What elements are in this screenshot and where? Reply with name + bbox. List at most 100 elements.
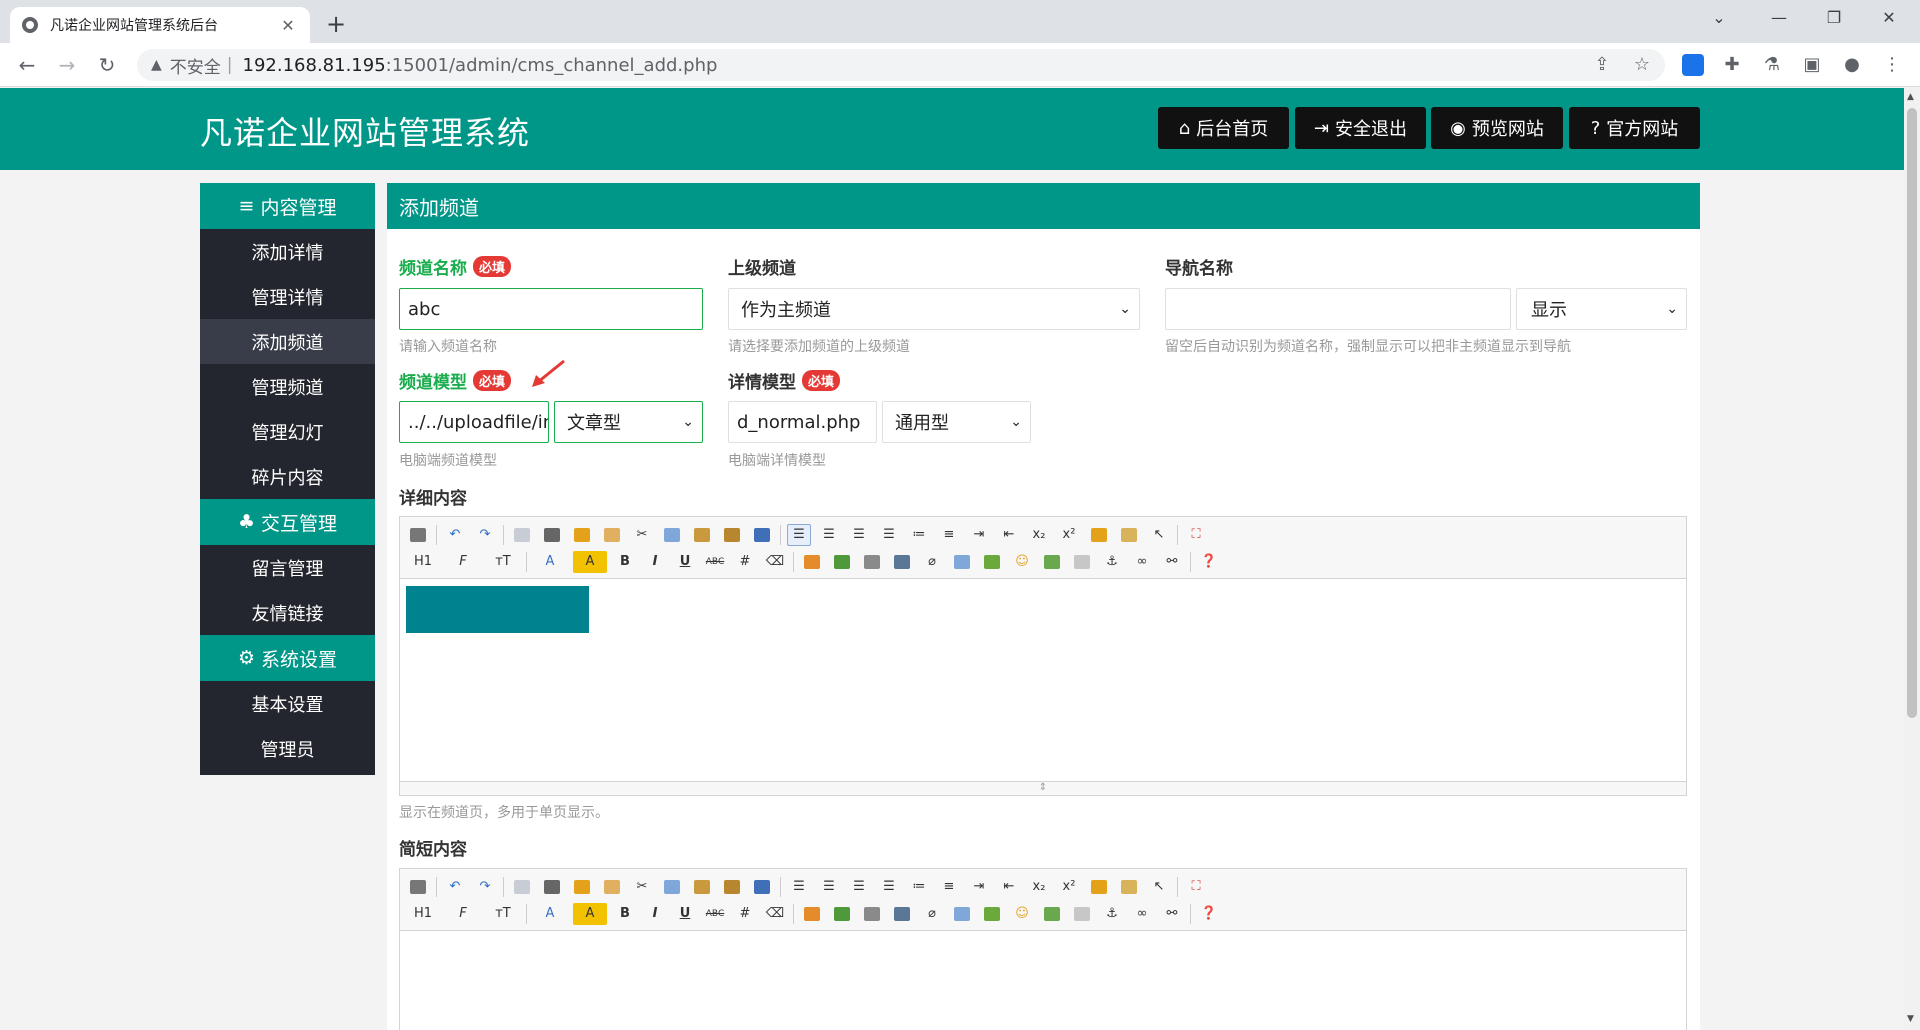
undo-icon[interactable]: ↶ [443, 876, 467, 898]
select-all-icon[interactable]: ↖ [1147, 876, 1171, 898]
align-center-icon[interactable]: ☰ [817, 524, 841, 546]
font-family-icon[interactable]: F [446, 903, 480, 925]
attachment-icon[interactable]: ⌀ [920, 903, 944, 925]
sidebar-item-basic-settings[interactable]: 基本设置 [200, 681, 375, 726]
unlink-icon[interactable]: ⚯ [1160, 551, 1184, 573]
superscript-icon[interactable]: x² [1057, 876, 1081, 898]
paste-icon[interactable] [690, 876, 714, 898]
outdent-icon[interactable]: ⇤ [997, 876, 1021, 898]
preview-site-button[interactable]: ◉ 预览网站 [1431, 107, 1563, 149]
font-family-icon[interactable]: F [446, 551, 480, 573]
parent-channel-select[interactable]: 作为主频道 ⌄ [728, 288, 1140, 330]
channel-name-input[interactable]: abc [399, 288, 703, 330]
insecure-label[interactable]: 不安全 [170, 53, 221, 78]
insert-image-icon[interactable] [800, 551, 824, 573]
profile-avatar-icon[interactable]: ● [1838, 51, 1866, 79]
insert-row-icon[interactable] [980, 903, 1004, 925]
undo-icon[interactable]: ↶ [443, 524, 467, 546]
copy-icon[interactable] [660, 524, 684, 546]
admin-home-button[interactable]: ⌂ 后台首页 [1158, 107, 1289, 149]
page-scrollbar[interactable]: ▲ ▼ [1904, 88, 1920, 1030]
detail-model-type-select[interactable]: 通用型 ⌄ [882, 401, 1031, 443]
logout-button[interactable]: ⇥ 安全退出 [1295, 107, 1426, 149]
nav-display-select[interactable]: 显示 ⌄ [1516, 288, 1687, 330]
font-size-icon[interactable]: тT [486, 903, 520, 925]
picture-icon[interactable] [1040, 903, 1064, 925]
code-icon[interactable] [600, 876, 624, 898]
bookmark-star-icon[interactable]: ☆ [1628, 51, 1656, 79]
align-center-icon[interactable]: ☰ [817, 876, 841, 898]
sidebar-item-fragments[interactable]: 碎片内容 [200, 454, 375, 499]
table-icon[interactable] [950, 903, 974, 925]
scroll-up-icon[interactable]: ▲ [1907, 92, 1914, 102]
superscript-icon[interactable]: x² [1057, 524, 1081, 546]
table-grid-icon[interactable]: # [733, 903, 757, 925]
cut-icon[interactable]: ✂ [630, 876, 654, 898]
eraser-icon[interactable]: ⌫ [763, 551, 787, 573]
sidebar-item-add-channel[interactable]: 添加频道 [200, 319, 375, 364]
sidebar-group-interaction[interactable]: ♣ 交互管理 [200, 499, 375, 545]
template-icon[interactable] [570, 876, 594, 898]
address-bar[interactable]: ▲ 不安全 | 192.168.81.195 :15001/admin/cms_… [137, 49, 1665, 81]
indent-icon[interactable]: ⇥ [967, 876, 991, 898]
attachment-icon[interactable]: ⌀ [920, 551, 944, 573]
quick-format-icon[interactable] [1117, 876, 1141, 898]
channel-model-type-select[interactable]: 文章型 ⌄ [554, 401, 703, 443]
select-all-icon[interactable]: ↖ [1147, 524, 1171, 546]
sidebar-item-manage-detail[interactable]: 管理详情 [200, 274, 375, 319]
multi-image-icon[interactable] [830, 903, 854, 925]
anchor-icon[interactable]: ⚓ [1100, 903, 1124, 925]
eraser-icon[interactable]: ⌫ [763, 903, 787, 925]
insert-image-icon[interactable] [800, 903, 824, 925]
source-icon[interactable] [406, 524, 430, 546]
side-panel-icon[interactable]: ▣ [1798, 51, 1826, 79]
italic-icon[interactable]: I [643, 551, 667, 573]
strikethrough-icon[interactable]: ABC [703, 551, 727, 573]
reload-icon[interactable]: ↻ [94, 52, 120, 78]
strikethrough-icon[interactable]: ABC [703, 903, 727, 925]
cut-icon[interactable]: ✂ [630, 524, 654, 546]
align-right-icon[interactable]: ☰ [847, 524, 871, 546]
sidebar-group-content[interactable]: ≡ 内容管理 [200, 183, 375, 229]
underline-icon[interactable]: U [673, 551, 697, 573]
font-color-icon[interactable]: A [533, 903, 567, 925]
picture-icon[interactable] [1040, 551, 1064, 573]
emoticon-icon[interactable]: ☺ [1010, 903, 1034, 925]
flash-icon[interactable] [860, 551, 884, 573]
paste-word-icon[interactable] [750, 524, 774, 546]
scrollbar-thumb[interactable] [1907, 108, 1917, 718]
copy-icon[interactable] [660, 876, 684, 898]
labs-icon[interactable]: ⚗ [1758, 51, 1786, 79]
sidebar-group-settings[interactable]: ⚙ 系统设置 [200, 635, 375, 681]
quick-format-icon[interactable] [1117, 524, 1141, 546]
preview-icon[interactable] [510, 876, 534, 898]
unordered-list-icon[interactable]: ≡ [937, 876, 961, 898]
detail-content-editor[interactable]: ↶ ↷ ✂ ☰ ☰ ☰ ☰ ≔ ≡ ⇥ ⇤ x₂ x² ↖ ⛶ H1 F тT … [399, 516, 1687, 796]
heading-icon[interactable]: H1 [406, 551, 440, 573]
print-icon[interactable] [540, 524, 564, 546]
sidebar-item-add-detail[interactable]: 添加详情 [200, 229, 375, 274]
tab-close-icon[interactable]: ✕ [278, 16, 298, 35]
align-left-icon[interactable]: ☰ [787, 523, 811, 546]
editor-resize-handle[interactable]: ⇕ [400, 781, 1686, 795]
clear-format-icon[interactable] [1087, 876, 1111, 898]
sidebar-item-manage-slides[interactable]: 管理幻灯 [200, 409, 375, 454]
italic-icon[interactable]: I [643, 903, 667, 925]
align-right-icon[interactable]: ☰ [847, 876, 871, 898]
underline-icon[interactable]: U [673, 903, 697, 925]
share-icon[interactable]: ⇪ [1588, 51, 1616, 79]
subscript-icon[interactable]: x₂ [1027, 524, 1051, 546]
paste-text-icon[interactable] [720, 876, 744, 898]
paste-word-icon[interactable] [750, 876, 774, 898]
media-icon[interactable] [890, 551, 914, 573]
nav-name-input[interactable] [1165, 288, 1511, 330]
page-break-icon[interactable] [1070, 903, 1094, 925]
font-size-icon[interactable]: тT [486, 551, 520, 573]
code-icon[interactable] [600, 524, 624, 546]
link-icon[interactable]: ∞ [1130, 903, 1154, 925]
font-color-icon[interactable]: A [533, 551, 567, 573]
align-justify-icon[interactable]: ☰ [877, 524, 901, 546]
outdent-icon[interactable]: ⇤ [997, 524, 1021, 546]
ordered-list-icon[interactable]: ≔ [907, 876, 931, 898]
clear-format-icon[interactable] [1087, 524, 1111, 546]
